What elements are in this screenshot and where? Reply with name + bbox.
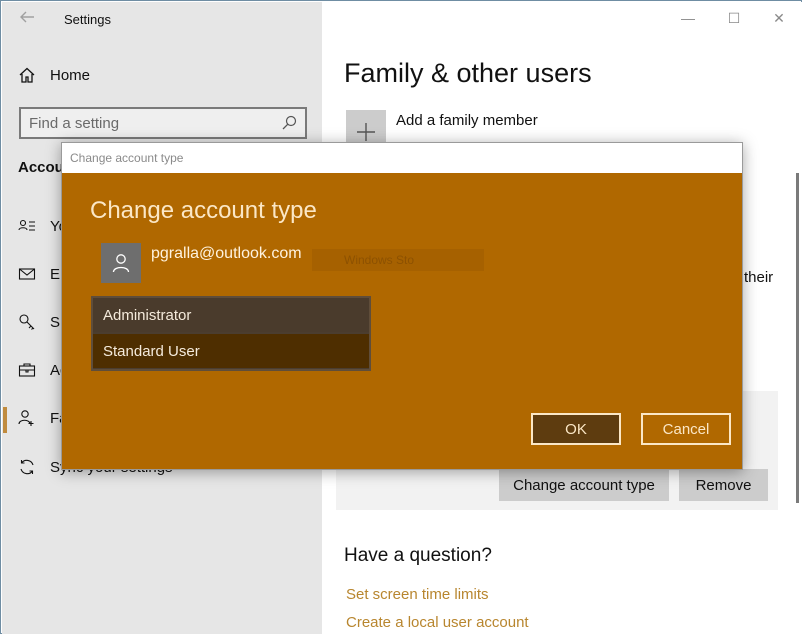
app-title: Settings bbox=[64, 12, 111, 27]
active-indicator bbox=[3, 407, 7, 433]
settings-window: Settings Home Accounts Your info Email & bbox=[0, 0, 802, 634]
change-account-type-dialog: Change account type Change account type … bbox=[61, 142, 743, 470]
ghost-artifact-text: Windows Sto bbox=[312, 249, 484, 271]
option-standard-user[interactable]: Standard User bbox=[93, 334, 369, 368]
dialog-window-title: Change account type bbox=[70, 151, 184, 165]
plus-icon bbox=[357, 123, 375, 141]
add-family-member-label[interactable]: Add a family member bbox=[396, 112, 538, 129]
account-type-listbox[interactable]: Administrator Standard User bbox=[91, 296, 371, 371]
remove-button[interactable]: Remove bbox=[679, 469, 768, 501]
ok-button[interactable]: OK bbox=[531, 413, 621, 445]
partial-description-text: their bbox=[744, 269, 774, 286]
sync-icon bbox=[18, 458, 36, 476]
search-input[interactable] bbox=[29, 113, 279, 133]
change-account-type-button[interactable]: Change account type bbox=[499, 469, 669, 501]
help-heading: Have a question? bbox=[344, 545, 492, 566]
cancel-button[interactable]: Cancel bbox=[641, 413, 731, 445]
dialog-heading: Change account type bbox=[90, 197, 317, 224]
page-title: Family & other users bbox=[344, 58, 592, 88]
option-administrator[interactable]: Administrator bbox=[93, 298, 369, 332]
key-icon bbox=[18, 313, 36, 331]
email-icon bbox=[18, 265, 36, 283]
your-info-icon bbox=[18, 217, 36, 235]
add-person-icon bbox=[18, 409, 36, 427]
link-screen-time-limits[interactable]: Set screen time limits bbox=[346, 586, 489, 603]
home-label: Home bbox=[50, 66, 91, 84]
link-create-local-account[interactable]: Create a local user account bbox=[346, 614, 529, 631]
sidebar-home[interactable]: Home bbox=[18, 66, 90, 84]
person-icon bbox=[112, 254, 130, 273]
briefcase-icon bbox=[18, 361, 36, 379]
search-box[interactable] bbox=[19, 107, 307, 139]
account-email: pgralla@outlook.com bbox=[151, 245, 302, 262]
search-icon[interactable] bbox=[281, 115, 297, 131]
avatar bbox=[101, 243, 141, 283]
scrollbar[interactable] bbox=[796, 173, 799, 503]
close-button[interactable]: ✕ bbox=[767, 8, 791, 28]
home-icon bbox=[18, 66, 36, 84]
back-arrow-icon[interactable] bbox=[18, 8, 38, 28]
minimize-button[interactable]: — bbox=[676, 8, 700, 28]
maximize-button[interactable]: ☐ bbox=[722, 8, 746, 28]
dialog-titlebar: Change account type bbox=[62, 143, 742, 173]
dialog-body: Change account type pgralla@outlook.com … bbox=[62, 173, 742, 469]
